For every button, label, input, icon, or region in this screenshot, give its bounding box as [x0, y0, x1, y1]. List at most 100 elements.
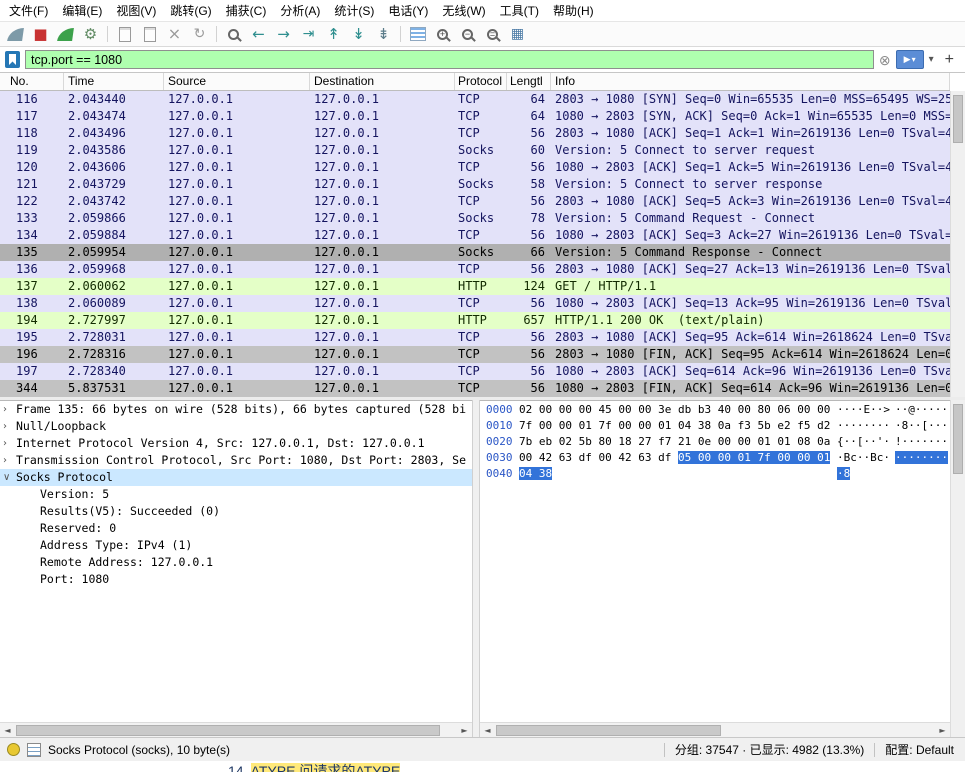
- start-capture-button[interactable]: [4, 24, 27, 45]
- menu-file[interactable]: 文件(F): [2, 0, 55, 22]
- filter-apply-button[interactable]: ▶▾: [896, 50, 924, 69]
- detail-item[interactable]: ›Internet Protocol Version 4, Src: 127.0…: [0, 435, 472, 452]
- colorize-button[interactable]: [406, 24, 429, 45]
- detail-item[interactable]: Address Type: IPv4 (1): [0, 537, 472, 554]
- packet-row[interactable]: 1212.043729127.0.0.1127.0.0.1Socks58Vers…: [0, 176, 950, 193]
- packet-row[interactable]: 1352.059954127.0.0.1127.0.0.1Socks66Vers…: [0, 244, 950, 261]
- packet-row[interactable]: 1332.059866127.0.0.1127.0.0.1Socks78Vers…: [0, 210, 950, 227]
- column-header-src[interactable]: Source: [164, 73, 310, 90]
- reload-button[interactable]: ↻: [188, 24, 211, 45]
- filter-clear-icon[interactable]: ⊗: [879, 53, 891, 67]
- packet-row[interactable]: 1172.043474127.0.0.1127.0.0.1TCP641080 →…: [0, 108, 950, 125]
- expand-icon[interactable]: ›: [3, 435, 14, 452]
- details-bytes-divider[interactable]: [472, 400, 480, 737]
- menu-view[interactable]: 视图(V): [109, 0, 163, 22]
- open-file-button[interactable]: [113, 24, 136, 45]
- find-packet-button[interactable]: [222, 24, 245, 45]
- expand-icon[interactable]: ›: [3, 452, 14, 469]
- detail-item[interactable]: Reserved: 0: [0, 520, 472, 537]
- column-header-info[interactable]: Info: [551, 73, 950, 90]
- column-header-proto[interactable]: Protocol: [455, 73, 507, 90]
- go-back-button[interactable]: ←: [247, 24, 270, 45]
- scroll-left-icon[interactable]: ◄: [480, 723, 495, 737]
- last-packet-button[interactable]: ↡: [347, 24, 370, 45]
- packet-row[interactable]: 3445.837531127.0.0.1127.0.0.1TCP561080 →…: [0, 380, 950, 397]
- detail-item[interactable]: ∨Socks Protocol: [0, 469, 472, 486]
- column-header-time[interactable]: Time: [64, 73, 164, 90]
- first-packet-button[interactable]: ↟: [322, 24, 345, 45]
- detail-item[interactable]: ›Transmission Control Protocol, Src Port…: [0, 452, 472, 469]
- save-file-button[interactable]: [138, 24, 161, 45]
- packet-row[interactable]: 1182.043496127.0.0.1127.0.0.1TCP562803 →…: [0, 125, 950, 142]
- packet-row[interactable]: 1202.043606127.0.0.1127.0.0.1TCP561080 →…: [0, 159, 950, 176]
- expand-icon[interactable]: ›: [3, 401, 14, 418]
- menu-analyze[interactable]: 分析(A): [273, 0, 327, 22]
- details-hscroll-thumb[interactable]: [16, 725, 440, 736]
- detail-item[interactable]: ›Null/Loopback: [0, 418, 472, 435]
- collapse-icon[interactable]: ∨: [3, 469, 14, 486]
- scroll-left-icon[interactable]: ◄: [0, 723, 15, 737]
- detail-item[interactable]: Version: 5: [0, 486, 472, 503]
- cell-dst: 127.0.0.1: [310, 346, 455, 363]
- restart-capture-button[interactable]: [54, 24, 77, 45]
- packet-row[interactable]: 1342.059884127.0.0.1127.0.0.1TCP561080 →…: [0, 227, 950, 244]
- capture-comment-icon[interactable]: [27, 743, 41, 757]
- packet-row[interactable]: 1372.060062127.0.0.1127.0.0.1HTTP124GET …: [0, 278, 950, 295]
- packet-list-scroll-thumb[interactable]: [953, 95, 963, 143]
- column-header-len[interactable]: Lengtl: [507, 73, 551, 90]
- go-forward-button[interactable]: →: [272, 24, 295, 45]
- packet-row[interactable]: 1192.043586127.0.0.1127.0.0.1Socks60Vers…: [0, 142, 950, 159]
- menu-tools[interactable]: 工具(T): [493, 0, 546, 22]
- detail-item[interactable]: Results(V5): Succeeded (0): [0, 503, 472, 520]
- menu-capture[interactable]: 捕获(C): [219, 0, 274, 22]
- zoom-in-button[interactable]: +: [431, 24, 454, 45]
- scroll-right-icon[interactable]: ►: [457, 723, 472, 737]
- zoom-reset-button[interactable]: =: [481, 24, 504, 45]
- packet-row[interactable]: 1382.060089127.0.0.1127.0.0.1TCP561080 →…: [0, 295, 950, 312]
- hex-line[interactable]: 00107f 00 00 01 7f 00 00 0104 38 0a f3 5…: [480, 418, 950, 433]
- bytes-scroll-thumb[interactable]: [953, 404, 963, 474]
- resize-columns-button[interactable]: ▦: [506, 24, 529, 45]
- hex-line[interactable]: 00207b eb 02 5b 80 18 27 f721 0e 00 00 0…: [480, 434, 950, 449]
- column-header-no[interactable]: No.: [0, 73, 64, 90]
- status-profile[interactable]: 配置: Default: [885, 741, 954, 758]
- menu-telephony[interactable]: 电话(Y): [381, 0, 435, 22]
- hex-line[interactable]: 004004 38·8: [480, 466, 950, 481]
- packet-row[interactable]: 1942.727997127.0.0.1127.0.0.1HTTP657HTTP…: [0, 312, 950, 329]
- detail-item[interactable]: Port: 1080: [0, 571, 472, 588]
- hex-line[interactable]: 000002 00 00 00 45 00 00 3edb b3 40 00 8…: [480, 402, 950, 417]
- packet-list-scrollbar[interactable]: [950, 91, 965, 397]
- details-hscrollbar[interactable]: ◄ ►: [0, 722, 472, 737]
- packet-row[interactable]: 1362.059968127.0.0.1127.0.0.1TCP562803 →…: [0, 261, 950, 278]
- menu-wireless[interactable]: 无线(W): [435, 0, 492, 22]
- go-to-packet-button[interactable]: ⇥: [297, 24, 320, 45]
- detail-item[interactable]: ›Frame 135: 66 bytes on wire (528 bits),…: [0, 401, 472, 418]
- filter-add-button[interactable]: +: [939, 51, 960, 69]
- detail-item[interactable]: Remote Address: 127.0.0.1: [0, 554, 472, 571]
- menu-help[interactable]: 帮助(H): [546, 0, 601, 22]
- hex-line[interactable]: 003000 42 63 df 00 42 63 df05 00 00 01 7…: [480, 450, 950, 465]
- scroll-right-icon[interactable]: ►: [935, 723, 950, 737]
- menu-go[interactable]: 跳转(G): [163, 0, 218, 22]
- packet-row[interactable]: 1962.728316127.0.0.1127.0.0.1TCP562803 →…: [0, 346, 950, 363]
- bytes-hscrollbar[interactable]: ◄ ►: [480, 722, 950, 737]
- close-file-button[interactable]: ×: [163, 24, 186, 45]
- menu-statistics[interactable]: 统计(S): [327, 0, 381, 22]
- display-filter-input[interactable]: tcp.port == 1080: [25, 50, 874, 69]
- bytes-hscroll-thumb[interactable]: [496, 725, 721, 736]
- packet-row[interactable]: 1222.043742127.0.0.1127.0.0.1TCP562803 →…: [0, 193, 950, 210]
- zoom-out-button[interactable]: −: [456, 24, 479, 45]
- packet-row[interactable]: 1952.728031127.0.0.1127.0.0.1TCP562803 →…: [0, 329, 950, 346]
- bytes-scrollbar[interactable]: [950, 400, 965, 737]
- expert-info-icon[interactable]: [7, 743, 20, 756]
- filter-bookmark-icon[interactable]: [5, 51, 20, 68]
- column-header-dst[interactable]: Destination: [310, 73, 455, 90]
- menu-edit[interactable]: 编辑(E): [55, 0, 109, 22]
- stop-capture-button[interactable]: ■: [29, 24, 52, 45]
- expand-icon[interactable]: ›: [3, 418, 14, 435]
- auto-scroll-button[interactable]: ⇟: [372, 24, 395, 45]
- filter-dropdown-icon[interactable]: ▾: [929, 54, 934, 65]
- packet-row[interactable]: 1972.728340127.0.0.1127.0.0.1TCP561080 →…: [0, 363, 950, 380]
- capture-options-button[interactable]: ⚙: [79, 24, 102, 45]
- packet-row[interactable]: 1162.043440127.0.0.1127.0.0.1TCP642803 →…: [0, 91, 950, 108]
